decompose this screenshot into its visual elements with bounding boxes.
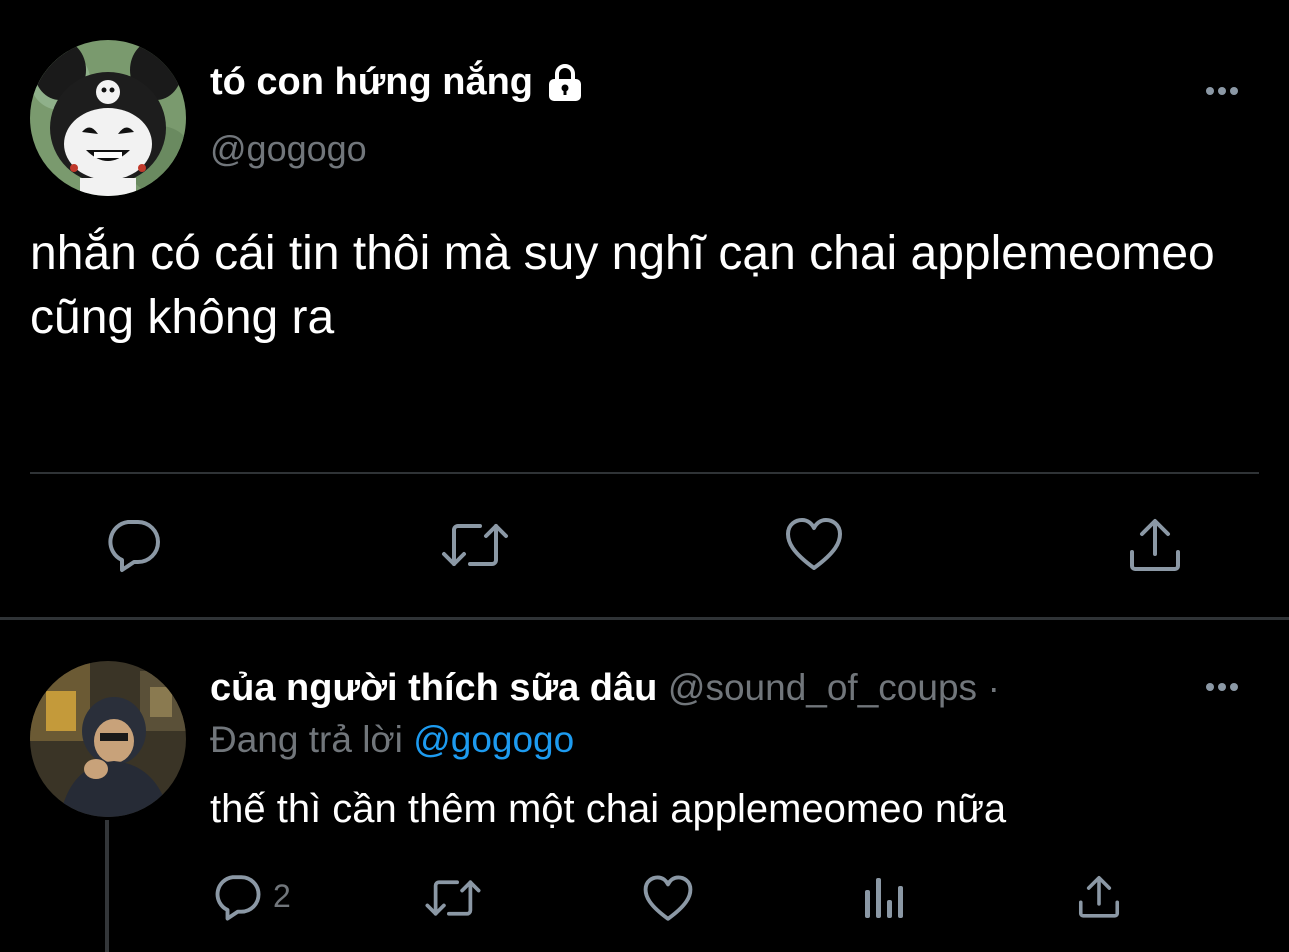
author-handle[interactable]: @gogogo: [210, 128, 367, 170]
reply-icon[interactable]: [212, 872, 262, 927]
avatar[interactable]: [30, 661, 186, 817]
main-tweet: tó con hứng nắng @gogogo nhắn có cái tin…: [0, 0, 1289, 618]
reply-author-handle[interactable]: @sound_of_coups: [668, 667, 977, 708]
replying-to-label: Đang trả lời: [210, 719, 403, 760]
more-icon[interactable]: [1196, 78, 1248, 104]
reply-avatar-image: [30, 661, 186, 817]
tweet-text: nhắn có cái tin thôi mà suy nghĩ cạn cha…: [30, 227, 1215, 344]
tweet-thread-page: tó con hứng nắng @gogogo nhắn có cái tin…: [0, 0, 1289, 952]
separator-dot: ·: [987, 667, 1000, 708]
reply-count: 2: [273, 878, 291, 914]
reply-author-row: của người thích sữa dâu @sound_of_coups …: [210, 664, 1000, 712]
retweet-icon[interactable]: [424, 874, 482, 927]
share-icon[interactable]: [1126, 514, 1184, 579]
thread-line: [105, 820, 109, 952]
avatar[interactable]: [30, 40, 186, 196]
reply-author-display-name[interactable]: của người thích sữa dâu: [210, 667, 657, 709]
more-icon[interactable]: [1196, 674, 1248, 700]
reply-text: thế thì cần thêm một chai applemeomeo nữ…: [210, 787, 1007, 831]
mention-link[interactable]: @gogogo: [413, 719, 574, 760]
kuromi-avatar-image: [30, 40, 186, 196]
analytics-icon[interactable]: [862, 876, 906, 925]
tweet-separator: [0, 617, 1289, 620]
share-icon[interactable]: [1076, 872, 1122, 925]
lock-icon: [543, 60, 587, 104]
author-name-row[interactable]: tó con hứng nắng: [210, 60, 587, 104]
heart-icon[interactable]: [642, 874, 694, 929]
divider: [30, 472, 1259, 474]
retweet-icon[interactable]: [440, 516, 510, 579]
reply-icon[interactable]: [104, 516, 162, 579]
author-display-name[interactable]: tó con hứng nắng: [210, 61, 533, 104]
heart-icon[interactable]: [784, 516, 844, 579]
replying-to: Đang trả lời @gogogo: [210, 716, 574, 764]
